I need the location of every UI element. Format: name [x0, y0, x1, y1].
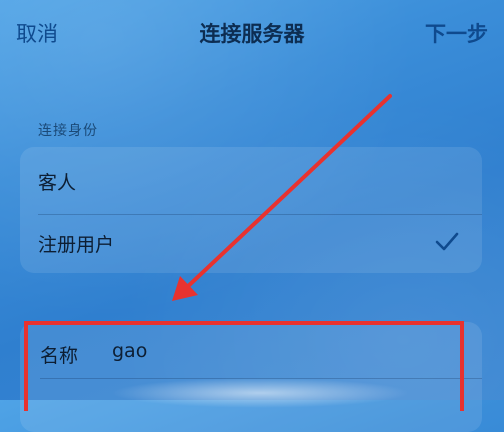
next-button[interactable]: 下一步 [425, 18, 488, 48]
divider [40, 378, 482, 379]
name-field-label: 名称 [40, 345, 79, 367]
name-field[interactable] [112, 336, 452, 366]
section-header-connection-identity: 连接身份 [38, 123, 98, 139]
connection-identity-group: 客人 注册用户 [20, 147, 482, 273]
option-guest[interactable]: 客人 [20, 151, 482, 215]
option-registered-user-label: 注册用户 [38, 234, 115, 256]
option-registered-user[interactable]: 注册用户 [20, 213, 482, 273]
navigation-bar: 取消 连接服务器 下一步 [0, 0, 504, 68]
credentials-group: 名称 [20, 322, 482, 432]
option-guest-label: 客人 [38, 172, 77, 194]
checkmark-icon [435, 232, 459, 251]
